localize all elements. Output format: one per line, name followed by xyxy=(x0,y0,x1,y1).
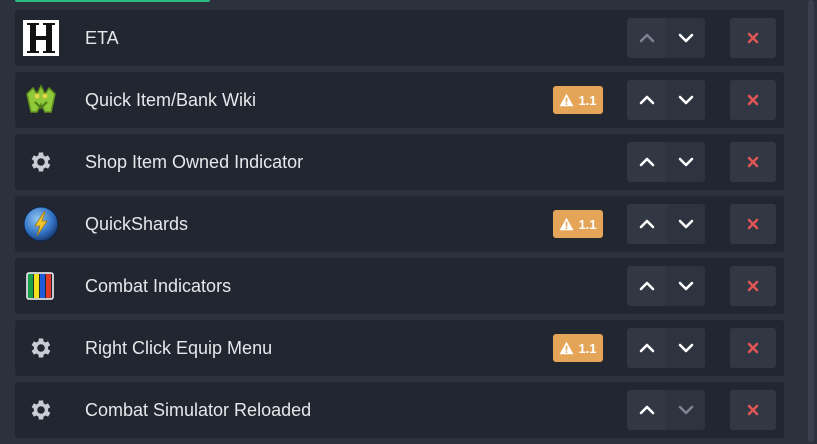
warning-version: 1.1 xyxy=(578,340,597,356)
gear-icon xyxy=(23,392,59,428)
remove-plugin-button[interactable] xyxy=(730,142,776,182)
move-up-button[interactable] xyxy=(627,390,666,430)
chevron-up-icon xyxy=(639,218,655,230)
warning-icon xyxy=(559,217,574,231)
plugin-name: ETA xyxy=(85,28,119,48)
plugin-name: Right Click Equip Menu xyxy=(85,338,273,358)
plugin-name: QuickShards xyxy=(85,214,189,234)
chevron-down-icon xyxy=(678,32,694,44)
close-icon xyxy=(747,94,759,106)
chevron-down-icon xyxy=(678,280,694,292)
plugin-row-right-click-equip-menu: Right Click Equip Menu 1.1 xyxy=(15,320,784,376)
reorder-controls xyxy=(627,328,705,368)
move-down-button[interactable] xyxy=(666,204,705,244)
move-up-button[interactable] xyxy=(627,204,666,244)
version-warning-badge[interactable]: 1.1 xyxy=(553,86,603,114)
version-warning-badge[interactable]: 1.1 xyxy=(553,210,603,238)
plugin-row-shop-item-owned-indicator: Shop Item Owned Indicator xyxy=(15,134,784,190)
plugin-row-eta: ETA xyxy=(15,10,784,66)
chevron-down-icon xyxy=(678,404,694,416)
move-up-button[interactable] xyxy=(627,80,666,120)
remove-plugin-button[interactable] xyxy=(730,18,776,58)
chevron-up-icon xyxy=(639,32,655,44)
close-icon xyxy=(747,32,759,44)
reorder-controls xyxy=(627,142,705,182)
plugin-row-quickshards: QuickShards 1.1 xyxy=(15,196,784,252)
scrollbar[interactable] xyxy=(808,0,814,442)
close-icon xyxy=(747,404,759,416)
plugin-name: Quick Item/Bank Wiki xyxy=(85,90,257,110)
reorder-controls xyxy=(627,204,705,244)
close-icon xyxy=(747,280,759,292)
move-down-button[interactable] xyxy=(666,18,705,58)
chevron-up-icon xyxy=(639,156,655,168)
move-down-button[interactable] xyxy=(666,328,705,368)
chevron-up-icon xyxy=(639,404,655,416)
remove-plugin-button[interactable] xyxy=(730,390,776,430)
plugin-row-combat-simulator-reloaded: Combat Simulator Reloaded xyxy=(15,382,784,438)
move-down-button[interactable] xyxy=(666,390,705,430)
gear-icon xyxy=(23,144,59,180)
wiki-mascot-icon xyxy=(23,82,59,118)
top-accent-strip xyxy=(15,0,210,2)
move-down-button[interactable] xyxy=(666,266,705,306)
chevron-down-icon xyxy=(678,156,694,168)
plugin-name: Shop Item Owned Indicator xyxy=(85,152,304,172)
color-bars-icon xyxy=(23,268,59,304)
close-icon xyxy=(747,156,759,168)
installed-plugin-list: ETA Quick Item/Bank Wiki 1.1 Shop Item O… xyxy=(15,10,784,444)
chevron-up-icon xyxy=(639,94,655,106)
warning-version: 1.1 xyxy=(578,216,597,232)
move-up-button[interactable] xyxy=(627,18,666,58)
remove-plugin-button[interactable] xyxy=(730,80,776,120)
move-up-button[interactable] xyxy=(627,266,666,306)
chevron-up-icon xyxy=(639,342,655,354)
lightning-orb-icon xyxy=(23,206,59,242)
gear-icon xyxy=(23,330,59,366)
reorder-controls xyxy=(627,390,705,430)
reorder-controls xyxy=(627,18,705,58)
plugin-name: Combat Simulator Reloaded xyxy=(85,400,312,420)
chevron-down-icon xyxy=(678,342,694,354)
chevron-down-icon xyxy=(678,94,694,106)
close-icon xyxy=(747,342,759,354)
move-up-button[interactable] xyxy=(627,142,666,182)
reorder-controls xyxy=(627,80,705,120)
plugin-row-quick-item-bank-wiki: Quick Item/Bank Wiki 1.1 xyxy=(15,72,784,128)
move-down-button[interactable] xyxy=(666,142,705,182)
move-up-button[interactable] xyxy=(627,328,666,368)
version-warning-badge[interactable]: 1.1 xyxy=(553,334,603,362)
remove-plugin-button[interactable] xyxy=(730,204,776,244)
warning-version: 1.1 xyxy=(578,92,597,108)
move-down-button[interactable] xyxy=(666,80,705,120)
warning-icon xyxy=(559,341,574,355)
reorder-controls xyxy=(627,266,705,306)
chevron-down-icon xyxy=(678,218,694,230)
warning-icon xyxy=(559,93,574,107)
plugin-row-combat-indicators: Combat Indicators xyxy=(15,258,784,314)
remove-plugin-button[interactable] xyxy=(730,266,776,306)
close-icon xyxy=(747,218,759,230)
plugin-name: Combat Indicators xyxy=(85,276,232,296)
remove-plugin-button[interactable] xyxy=(730,328,776,368)
chevron-up-icon xyxy=(639,280,655,292)
eta-logo-icon xyxy=(23,20,59,56)
